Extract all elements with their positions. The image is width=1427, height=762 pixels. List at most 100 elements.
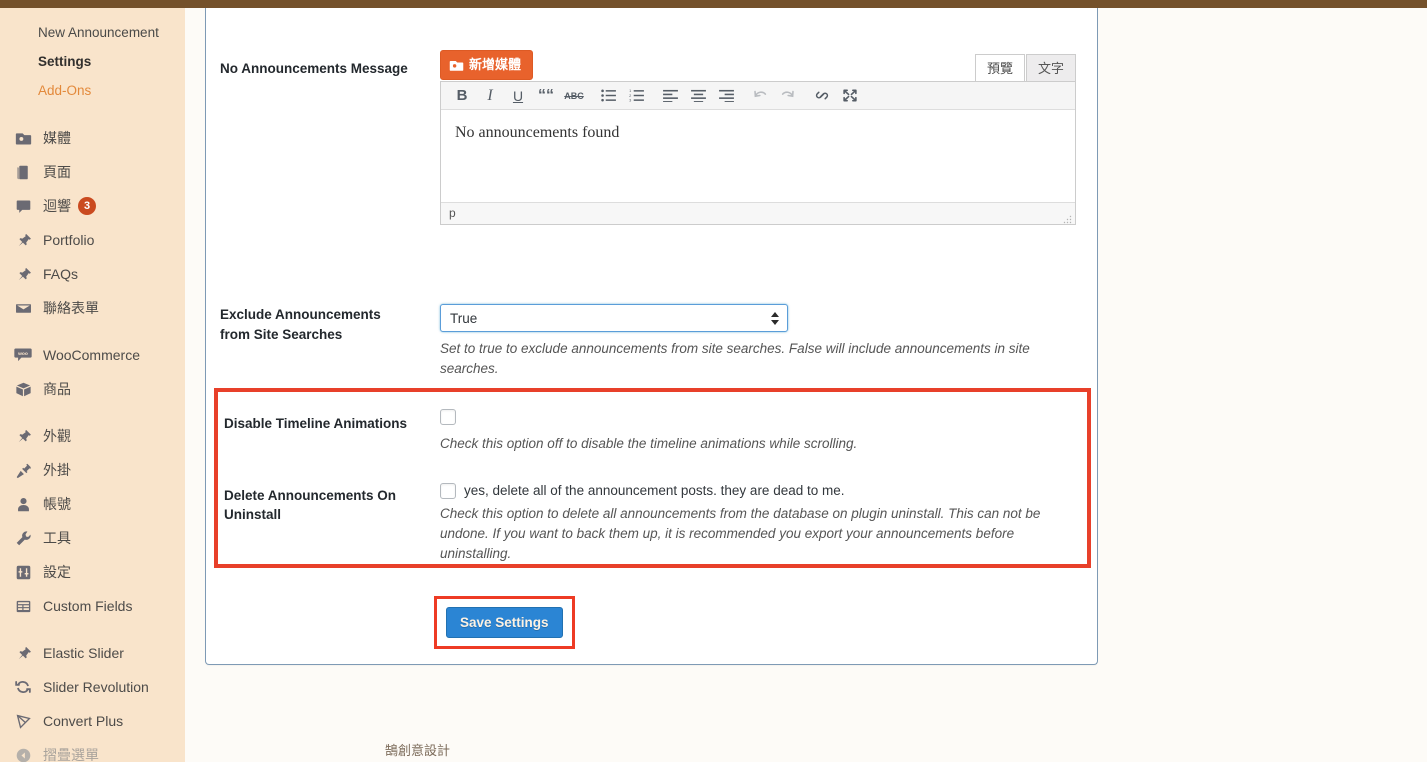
disable-timeline-animations-description: Check this option off to disable the tim… [440,436,858,451]
sidebar-item-users[interactable]: 帳號 [0,487,185,521]
pin-icon [12,264,34,284]
undo-icon[interactable] [746,85,774,107]
envelope-icon [12,298,34,318]
bullet-list-icon[interactable] [594,85,622,107]
redo-icon[interactable] [774,85,802,107]
align-left-icon[interactable] [656,85,684,107]
exclude-announcements-description: Set to true to exclude announcements fro… [440,341,1030,376]
sidebar-item-label: 帳號 [43,496,71,512]
sidebar-item-label: 摺疊選單 [43,747,99,762]
editor-resize-handle[interactable] [1063,213,1072,224]
highlighted-settings-block: Disable Timeline Animations Check this o… [214,388,1091,568]
numbered-list-icon[interactable]: 123 [622,85,650,107]
footer-credit[interactable]: 鵠創意設計 [385,740,450,759]
pin-icon [12,230,34,250]
strikethrough-icon[interactable]: ABC [560,85,588,107]
editor-status-bar: p [441,202,1075,224]
sidebar-group-plugins-extra: Elastic Slider Slider Revolution Convert… [0,636,185,762]
align-right-icon[interactable] [712,85,740,107]
sidebar-item-settings-menu[interactable]: 設定 [0,555,185,589]
sidebar-divider [0,406,185,419]
product-box-icon [12,379,34,399]
delete-announcements-checkbox[interactable] [440,482,456,499]
blockquote-icon[interactable]: ““ [532,85,560,107]
sidebar-item-label: 工具 [43,530,71,546]
content-area: Select the color of the line in the back… [185,0,1427,762]
disable-timeline-animations-checkbox[interactable] [440,408,456,425]
sidebar-item-convert-plus[interactable]: Convert Plus [0,704,185,738]
wordpress-admin-screen: New Announcement Settings Add-Ons 媒體 頁面 [0,0,1427,762]
delete-announcements-checkbox-label: yes, delete all of the announcement post… [464,483,845,498]
select-value: True [450,311,478,326]
add-media-button[interactable]: 新增媒體 [440,50,534,80]
sidebar-item-portfolio[interactable]: Portfolio [0,223,185,257]
editor-content-text: No announcements found [455,124,620,141]
media-icon [449,58,464,73]
sidebar-item-products[interactable]: 商品 [0,372,185,406]
exclude-announcements-select[interactable]: True [440,304,788,332]
sidebar-item-plugins[interactable]: 外掛 [0,453,185,487]
disable-timeline-animations-field: Check this option off to disable the tim… [440,408,1080,454]
user-icon [12,494,34,514]
sidebar-item-label: 迴響 [43,198,71,214]
bold-icon[interactable]: B [448,85,476,107]
svg-text:woo: woo [17,352,28,357]
sidebar-item-label: 商品 [43,381,71,397]
sidebar-item-label: 聯絡表單 [43,300,99,316]
underline-icon[interactable]: U [504,85,532,107]
admin-toolbar [0,0,1427,8]
sidebar-item-label: Slider Revolution [43,679,149,695]
sidebar-item-tools[interactable]: 工具 [0,521,185,555]
svg-text:3: 3 [629,97,631,102]
sidebar-item-elastic-slider[interactable]: Elastic Slider [0,636,185,670]
fullscreen-icon[interactable] [836,85,864,107]
sidebar-item-new-announcement[interactable]: New Announcement [0,18,185,47]
settings-panel: Select the color of the line in the back… [205,0,1098,665]
sidebar-item-faqs[interactable]: FAQs [0,257,185,291]
editor-toolbar: B I U ““ ABC 123 [441,82,1075,110]
announcements-submenu: New Announcement Settings Add-Ons [0,8,185,111]
italic-icon[interactable]: I [476,85,504,107]
sidebar-item-woocommerce[interactable]: woo WooCommerce [0,338,185,372]
appearance-icon [12,426,34,446]
sidebar-item-custom-fields[interactable]: Custom Fields [0,589,185,623]
delete-announcements-description: Check this option to delete all announce… [440,506,1041,561]
wrench-icon [12,528,34,548]
sidebar-item-label: 設定 [43,564,71,580]
editor-body[interactable]: No announcements found [441,110,1075,202]
sidebar-item-appearance[interactable]: 外觀 [0,419,185,453]
delete-announcements-field: yes, delete all of the announcement post… [440,481,1080,564]
sidebar-item-label: 頁面 [43,164,71,180]
sidebar-divider [0,325,185,338]
exclude-announcements-field: True Set to true to exclude announcement… [440,304,1080,379]
link-icon[interactable] [808,85,836,107]
settings-sliders-icon [12,562,34,582]
save-settings-button[interactable]: Save Settings [446,607,563,638]
sidebar-item-label: Elastic Slider [43,645,124,661]
align-center-icon[interactable] [684,85,712,107]
plugin-icon [12,460,34,480]
exclude-announcements-label: Exclude Announcements from Site Searches [220,307,381,342]
wp-editor: 新增媒體 預覽 文字 B I U ““ ABC 1 2 3 No announc… [440,50,1076,225]
comments-count-badge: 3 [78,197,96,215]
sidebar-item-slider-revolution[interactable]: Slider Revolution [0,670,185,704]
sidebar-item-media[interactable]: 媒體 [0,121,185,155]
sidebar-group-commerce: woo WooCommerce 商品 [0,338,185,406]
sidebar-item-label: WooCommerce [43,347,140,363]
convert-plus-icon [12,711,34,731]
sidebar-item-comments[interactable]: 迴響 3 [0,189,185,223]
sidebar-item-pages[interactable]: 頁面 [0,155,185,189]
sidebar-item-label: 外掛 [43,462,71,478]
disable-timeline-animations-label: Disable Timeline Animations [224,416,408,431]
sidebar-group-system: 外觀 外掛 帳號 工具 設定 Custom Fields [0,419,185,623]
sidebar-item-collapse-menu[interactable]: 摺疊選單 [0,738,185,762]
sidebar-item-label: 外觀 [43,428,71,444]
sidebar-item-contact-form[interactable]: 聯絡表單 [0,291,185,325]
editor-container: B I U ““ ABC 123 No announcements found … [440,81,1076,225]
sidebar-item-label: 媒體 [43,130,71,146]
pages-icon [12,162,34,182]
sidebar-item-add-ons[interactable]: Add-Ons [0,76,185,105]
delete-announcements-checkbox-line: yes, delete all of the announcement post… [440,481,1080,500]
save-settings-highlight: Save Settings [434,596,575,649]
sidebar-item-settings[interactable]: Settings [0,47,185,76]
